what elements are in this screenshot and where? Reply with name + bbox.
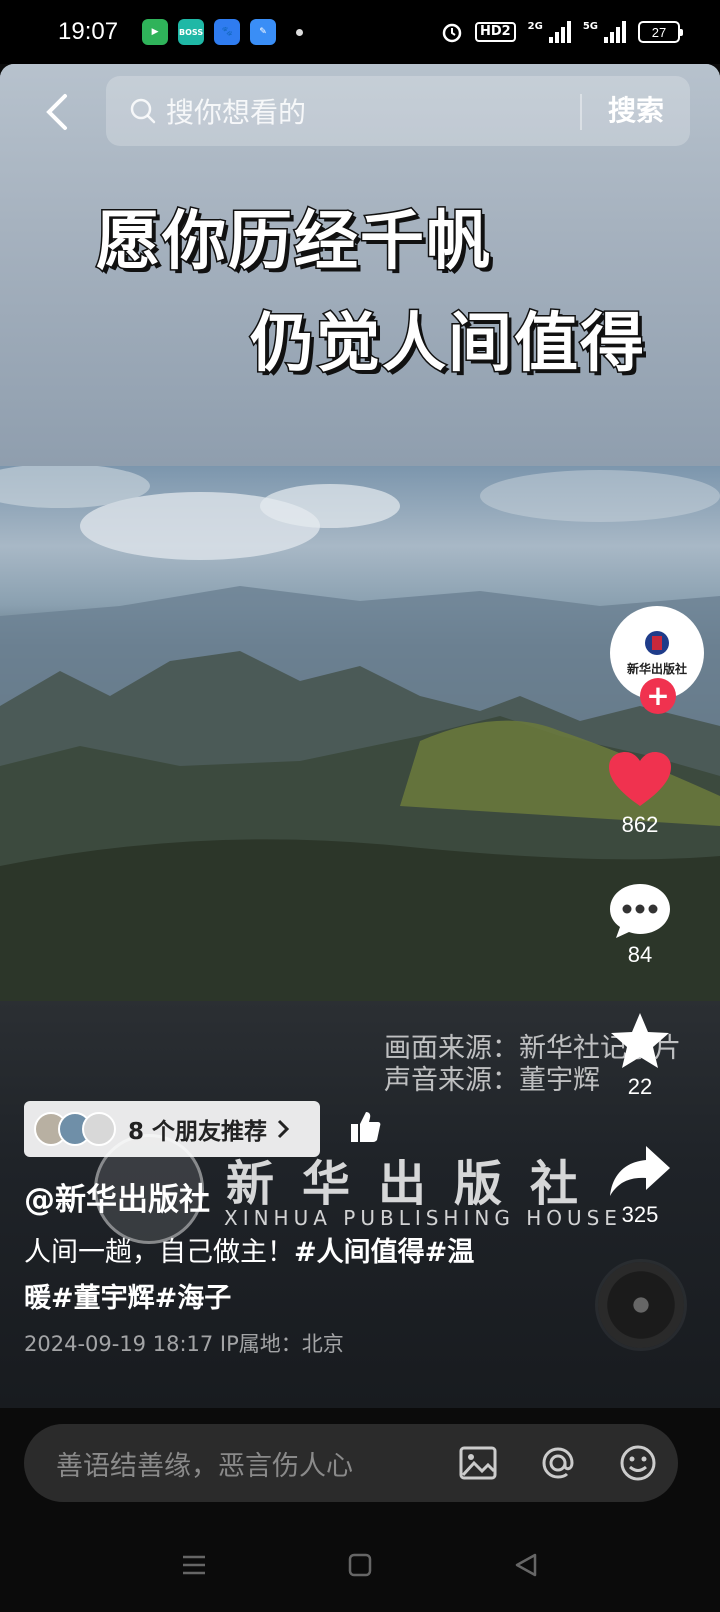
comment-icon	[610, 884, 670, 938]
like-count: 862	[621, 812, 659, 837]
video-app-icon: ▶	[142, 19, 169, 45]
comment-control[interactable]: 84	[592, 880, 688, 968]
signal-2g-icon	[548, 21, 571, 43]
at-mention-icon[interactable]	[538, 1443, 578, 1483]
chevron-left-icon	[46, 94, 67, 130]
thumbs-up-icon[interactable]	[348, 1110, 382, 1144]
emoji-icon[interactable]	[618, 1443, 658, 1483]
share-count: 325	[621, 1202, 659, 1227]
status-time: 19:07	[58, 18, 119, 45]
hd-icon: HD2	[474, 22, 516, 42]
search-button[interactable]: 搜索	[608, 76, 664, 146]
search-bar[interactable]: 搜你想看的 搜索	[106, 76, 690, 146]
comment-tools	[458, 1424, 658, 1502]
back-nav-icon[interactable]	[513, 1552, 539, 1578]
battery-icon: 27	[638, 21, 683, 43]
menu-icon[interactable]	[181, 1553, 207, 1577]
video-caption-line2: 仍觉人间值得	[249, 305, 646, 383]
baidu-app-icon: 🐾	[214, 19, 241, 45]
heart-icon	[609, 752, 671, 806]
image-icon[interactable]	[458, 1443, 498, 1483]
notification-icons: ▶ BOSS 🐾 ✎	[142, 19, 304, 45]
video-caption-line1: 愿你历经千帆	[95, 203, 492, 281]
battery-level: 27	[651, 24, 667, 40]
friends-recommend-chip[interactable]: 8 个朋友推荐	[24, 1101, 320, 1157]
system-nav-bar	[0, 1518, 720, 1612]
credit-sound: 声音来源：董宇辉	[384, 1065, 600, 1096]
search-input[interactable]: 搜你想看的	[166, 91, 306, 131]
net-5g-label: 5G	[582, 21, 598, 32]
friend-avatar	[82, 1112, 116, 1146]
more-notifications-dot	[296, 28, 304, 36]
publisher-logo-icon	[645, 630, 669, 655]
post-meta: 2024-09-19 18:17 IP属地：北京	[24, 1332, 344, 1356]
signal-5g-icon	[604, 21, 626, 43]
star-icon	[611, 1013, 669, 1068]
hashtags-line1[interactable]: #人间值得#温	[294, 1237, 474, 1268]
share-control[interactable]: 325	[592, 1142, 688, 1228]
comment-count: 84	[627, 942, 653, 967]
watermark-publisher-en: XINHUA PUBLISHING HOUSE	[224, 1206, 622, 1230]
hashtags-line2[interactable]: 暖#董宇辉#海子	[24, 1283, 231, 1314]
share-icon	[610, 1146, 670, 1196]
avatar-label: 新华出版社	[626, 661, 687, 676]
comment-placeholder: 善语结善缘，恶言伤人心	[56, 1450, 353, 1482]
back-button[interactable]	[36, 88, 76, 136]
music-disc-icon[interactable]	[598, 1262, 684, 1348]
net-2g-label: 2G	[527, 21, 543, 32]
chevron-right-icon	[277, 1119, 290, 1139]
friends-recommend-label: 8 个朋友推荐	[128, 1119, 268, 1145]
comment-input[interactable]: 善语结善缘，恶言伤人心	[24, 1424, 678, 1502]
status-bar: 19:07 ▶ BOSS 🐾 ✎ HD2 2G 5G 27	[0, 0, 720, 64]
search-divider	[580, 94, 582, 130]
favorite-count: 22	[627, 1074, 653, 1099]
author-name[interactable]: @新华出版社	[24, 1174, 210, 1219]
favorite-control[interactable]: 22	[592, 1010, 688, 1100]
alarm-icon	[442, 23, 462, 43]
post-description: 人间一趟，自己做主！#人间值得#温 暖#董宇辉#海子	[24, 1230, 544, 1322]
post-text: 人间一趟，自己做主！	[24, 1237, 294, 1268]
follow-button[interactable]: +	[640, 678, 676, 714]
home-icon[interactable]	[347, 1552, 373, 1578]
app-screen: 19:07 ▶ BOSS 🐾 ✎ HD2 2G 5G 27 搜你想看的 搜索 愿…	[0, 0, 720, 1612]
feather-app-icon: ✎	[250, 19, 277, 45]
boss-app-icon: BOSS	[178, 19, 205, 45]
video-player[interactable]: 搜你想看的 搜索 愿你历经千帆 仍觉人间值得 画面来源：新华社记录片 声音来源：…	[0, 64, 720, 1408]
system-icons: HD2 2G 5G 27	[441, 21, 683, 43]
search-icon	[130, 98, 156, 124]
like-control[interactable]: 862	[592, 750, 688, 838]
